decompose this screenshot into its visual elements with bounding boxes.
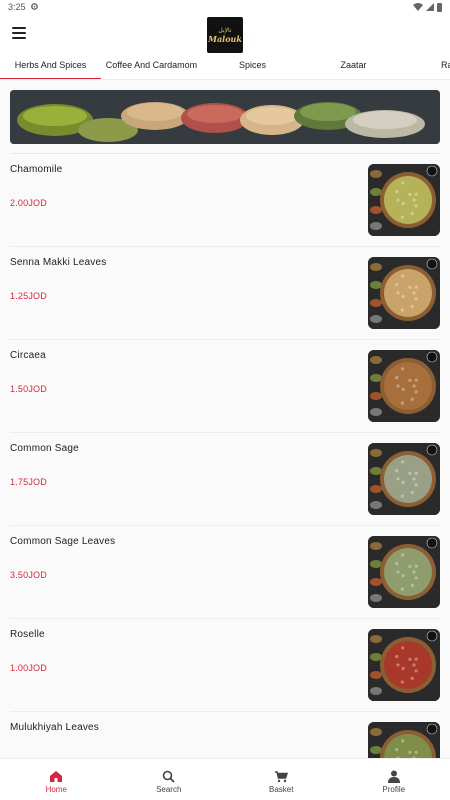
nav-label-search: Search bbox=[156, 785, 182, 794]
spice-bowl-illustration bbox=[368, 536, 440, 608]
category-banner-image bbox=[10, 90, 440, 144]
profile-icon bbox=[387, 769, 400, 783]
product-name: Common Sage bbox=[10, 443, 79, 454]
status-right bbox=[413, 2, 442, 12]
product-image[interactable] bbox=[368, 536, 440, 608]
hamburger-line bbox=[12, 37, 26, 39]
product-image[interactable] bbox=[368, 629, 440, 701]
nuts-bowls-illustration bbox=[10, 90, 440, 144]
hamburger-line bbox=[12, 27, 26, 29]
tab-zaatar[interactable]: Zaatar bbox=[303, 56, 404, 79]
product-item[interactable]: Mulukhiyah Leaves bbox=[10, 712, 440, 758]
logo-main-text: Malouk bbox=[208, 33, 242, 44]
tab-raw[interactable]: Raw bbox=[404, 56, 450, 79]
product-item[interactable]: Common Sage 1.75JOD bbox=[10, 433, 440, 526]
product-price: 1.25JOD bbox=[10, 291, 47, 301]
product-item[interactable]: Senna Makki Leaves 1.25JOD bbox=[10, 247, 440, 340]
product-item[interactable]: Circaea 1.50JOD bbox=[10, 340, 440, 433]
brand-logo[interactable]: تالإبل Malouk bbox=[207, 17, 243, 53]
product-list-area: Chamomile 2.00JOD Senna Makki Leaves 1.2… bbox=[0, 80, 450, 758]
product-image[interactable] bbox=[368, 257, 440, 329]
product-image[interactable] bbox=[368, 443, 440, 515]
wifi-icon bbox=[413, 3, 423, 11]
basket-icon bbox=[274, 769, 289, 783]
spice-bowl-illustration bbox=[368, 443, 440, 515]
search-icon bbox=[162, 769, 175, 783]
product-item[interactable]: Common Sage Leaves 3.50JOD bbox=[10, 526, 440, 619]
product-image[interactable] bbox=[368, 350, 440, 422]
hamburger-line bbox=[12, 32, 26, 34]
nav-label-profile: Profile bbox=[382, 785, 406, 794]
logo-top-text: تالإبل bbox=[218, 26, 232, 34]
product-price: 2.00JOD bbox=[10, 198, 47, 208]
bottom-navigation: Home Search Basket Profile bbox=[0, 758, 450, 800]
nav-label-home: Home bbox=[45, 785, 67, 794]
category-tabs: Herbs And Spices Coffee And Cardamom Spi… bbox=[0, 56, 450, 80]
home-icon bbox=[49, 769, 63, 783]
product-image[interactable] bbox=[368, 722, 440, 758]
product-name: Senna Makki Leaves bbox=[10, 257, 107, 268]
tab-herbs-and-spices[interactable]: Herbs And Spices bbox=[0, 56, 101, 79]
tab-coffee-and-cardamom[interactable]: Coffee And Cardamom bbox=[101, 56, 202, 79]
spice-bowl-illustration bbox=[368, 164, 440, 236]
status-bar: 3:25 bbox=[0, 0, 450, 14]
nav-search[interactable]: Search bbox=[113, 759, 226, 800]
spice-bowl-illustration bbox=[368, 629, 440, 701]
product-name: Common Sage Leaves bbox=[10, 536, 116, 547]
product-price: 1.50JOD bbox=[10, 384, 47, 394]
status-left: 3:25 bbox=[8, 2, 39, 13]
nav-profile[interactable]: Profile bbox=[338, 759, 450, 800]
spice-bowl-illustration bbox=[368, 722, 440, 758]
nav-label-basket: Basket bbox=[269, 785, 294, 794]
status-time: 3:25 bbox=[8, 2, 26, 12]
nav-home[interactable]: Home bbox=[0, 759, 113, 800]
product-price: 3.50JOD bbox=[10, 570, 47, 580]
product-price: 1.00JOD bbox=[10, 663, 47, 673]
product-name: Roselle bbox=[10, 629, 45, 640]
product-item[interactable]: Roselle 1.00JOD bbox=[10, 619, 440, 712]
product-price: 1.75JOD bbox=[10, 477, 47, 487]
battery-icon bbox=[437, 2, 442, 12]
menu-button[interactable] bbox=[12, 27, 26, 39]
product-item[interactable]: Chamomile 2.00JOD bbox=[10, 154, 440, 247]
tab-spices[interactable]: Spices bbox=[202, 56, 303, 79]
product-name: Chamomile bbox=[10, 164, 63, 175]
product-image[interactable] bbox=[368, 164, 440, 236]
product-name: Mulukhiyah Leaves bbox=[10, 722, 100, 733]
settings-icon bbox=[30, 2, 39, 13]
app-header: تالإبل Malouk bbox=[0, 14, 450, 56]
nav-basket[interactable]: Basket bbox=[225, 759, 338, 800]
signal-icon bbox=[426, 3, 434, 11]
product-name: Circaea bbox=[10, 350, 46, 361]
spice-bowl-illustration bbox=[368, 350, 440, 422]
spice-bowl-illustration bbox=[368, 257, 440, 329]
